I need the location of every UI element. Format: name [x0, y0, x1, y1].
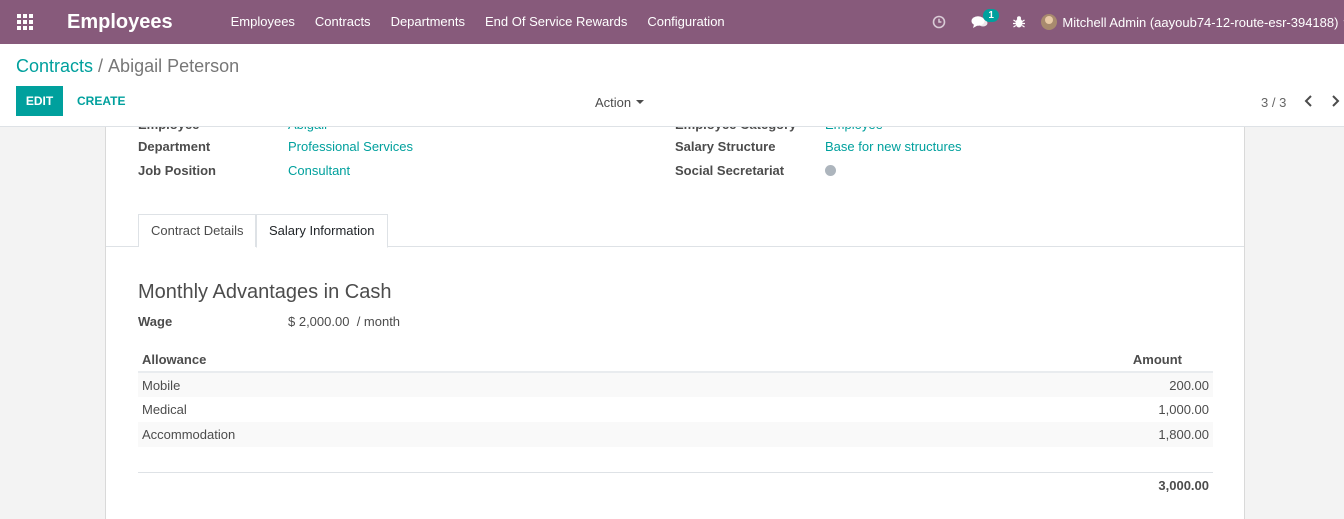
breadcrumb: Contracts / Abigail Peterson	[16, 56, 239, 77]
wage-label: Wage	[138, 314, 173, 329]
action-dropdown-label: Action	[595, 95, 632, 110]
job-position-link[interactable]: Consultant	[288, 163, 350, 178]
department-label: Department	[138, 139, 211, 154]
scrolled-off-field-label-right: Employee Category	[675, 127, 796, 132]
tab-salary-information[interactable]: Salary Information	[256, 214, 388, 248]
allowance-table: Allowance Amount Mobile 200.00 Medical 1…	[138, 347, 1213, 499]
department-link[interactable]: Professional Services	[288, 139, 413, 154]
menu-item-departments[interactable]: Departments	[381, 0, 475, 44]
table-row[interactable]: Medical 1,000.00	[138, 397, 1213, 422]
allowance-name: Mobile	[138, 372, 726, 397]
allowance-amount: 1,000.00	[1158, 402, 1209, 417]
scrolled-off-field-value-right: Employee	[825, 127, 883, 132]
allowance-amount: 1,800.00	[725, 422, 1213, 447]
allowance-name: Medical	[142, 402, 187, 417]
table-total-row: 3,000.00	[138, 471, 1213, 499]
pager-value[interactable]: 3 / 3	[1261, 95, 1286, 110]
debug-button[interactable]	[999, 0, 1039, 44]
empty-row	[138, 447, 1213, 472]
scrolled-off-field-label: Employee	[138, 127, 199, 132]
allowance-column-header[interactable]: Allowance	[138, 347, 726, 373]
scrolled-off-field-value: Abigail	[288, 127, 327, 132]
wage-field: $ 2,000.00 / month	[288, 314, 400, 329]
caret-down-icon	[636, 99, 645, 104]
wage-suffix: / month	[356, 314, 401, 329]
apps-grid-icon	[17, 14, 33, 30]
salary-structure-label: Salary Structure	[675, 139, 776, 154]
user-menu[interactable]: Mitchell Admin (aayoub74-12-route-esr-39…	[1041, 14, 1344, 30]
allowance-name: Accommodation	[138, 422, 726, 447]
job-position-label: Job Position	[138, 163, 216, 178]
clock-icon	[933, 15, 946, 29]
allowance-total: 3,000.00	[725, 471, 1213, 499]
salary-structure-link[interactable]: Base for new structures	[825, 139, 962, 154]
form-tabs: Contract Details Salary Information	[106, 214, 1244, 248]
messages-count-badge: 1	[983, 9, 999, 22]
control-panel: Contracts / Abigail Peterson EDIT CREATE A…	[0, 44, 1344, 127]
top-navbar: Employees Employees Contracts Department…	[0, 0, 1344, 44]
menu-item-contracts[interactable]: Contracts	[305, 0, 381, 44]
activities-button[interactable]	[919, 0, 959, 44]
table-row[interactable]: Mobile 200.00	[138, 372, 1213, 397]
action-dropdown[interactable]: Action	[595, 95, 645, 110]
wage-value: $ 2,000.00	[288, 314, 350, 329]
section-title: Monthly Advantages in Cash	[138, 281, 392, 303]
messages-button[interactable]: 1	[959, 0, 999, 44]
allowance-amount: 200.00	[725, 372, 1213, 397]
breadcrumb-separator: /	[98, 56, 104, 76]
app-brand[interactable]: Employees	[67, 11, 173, 34]
chevron-right-icon	[1331, 95, 1339, 107]
form-sheet: Employee Abigail Employee Category Emplo…	[105, 127, 1245, 519]
social-secretariat-status-dot[interactable]	[825, 165, 836, 176]
systray: 1 Mitchell Admin (aayoub74-12-route-esr-…	[919, 0, 1344, 44]
apps-menu-button[interactable]	[0, 0, 50, 44]
menu-item-configuration[interactable]: Configuration	[637, 0, 734, 44]
total-label-cell	[138, 471, 726, 499]
user-name: Mitchell Admin (aayoub74-12-route-esr-39…	[1062, 14, 1339, 30]
bug-icon	[1013, 16, 1026, 28]
menu-item-employees[interactable]: Employees	[221, 0, 305, 44]
avatar	[1041, 14, 1058, 30]
edit-button[interactable]: EDIT	[16, 86, 63, 116]
table-row[interactable]: Accommodation 1,800.00	[138, 422, 1213, 447]
create-button[interactable]: CREATE	[70, 86, 132, 116]
breadcrumb-contracts-link[interactable]: Contracts	[16, 56, 93, 76]
breadcrumb-current: Abigail Peterson	[108, 56, 240, 76]
amount-column-header[interactable]: Amount	[725, 347, 1213, 373]
main-menu: Employees Contracts Departments End Of S…	[221, 0, 735, 44]
tab-contract-details[interactable]: Contract Details	[138, 214, 256, 247]
social-secretariat-label: Social Secretariat	[675, 163, 785, 178]
menu-item-end-of-service-rewards[interactable]: End Of Service Rewards	[475, 0, 637, 44]
pager-next-button[interactable]	[1324, 89, 1344, 113]
pager-previous-button[interactable]	[1297, 89, 1319, 113]
chevron-left-icon	[1304, 95, 1312, 107]
